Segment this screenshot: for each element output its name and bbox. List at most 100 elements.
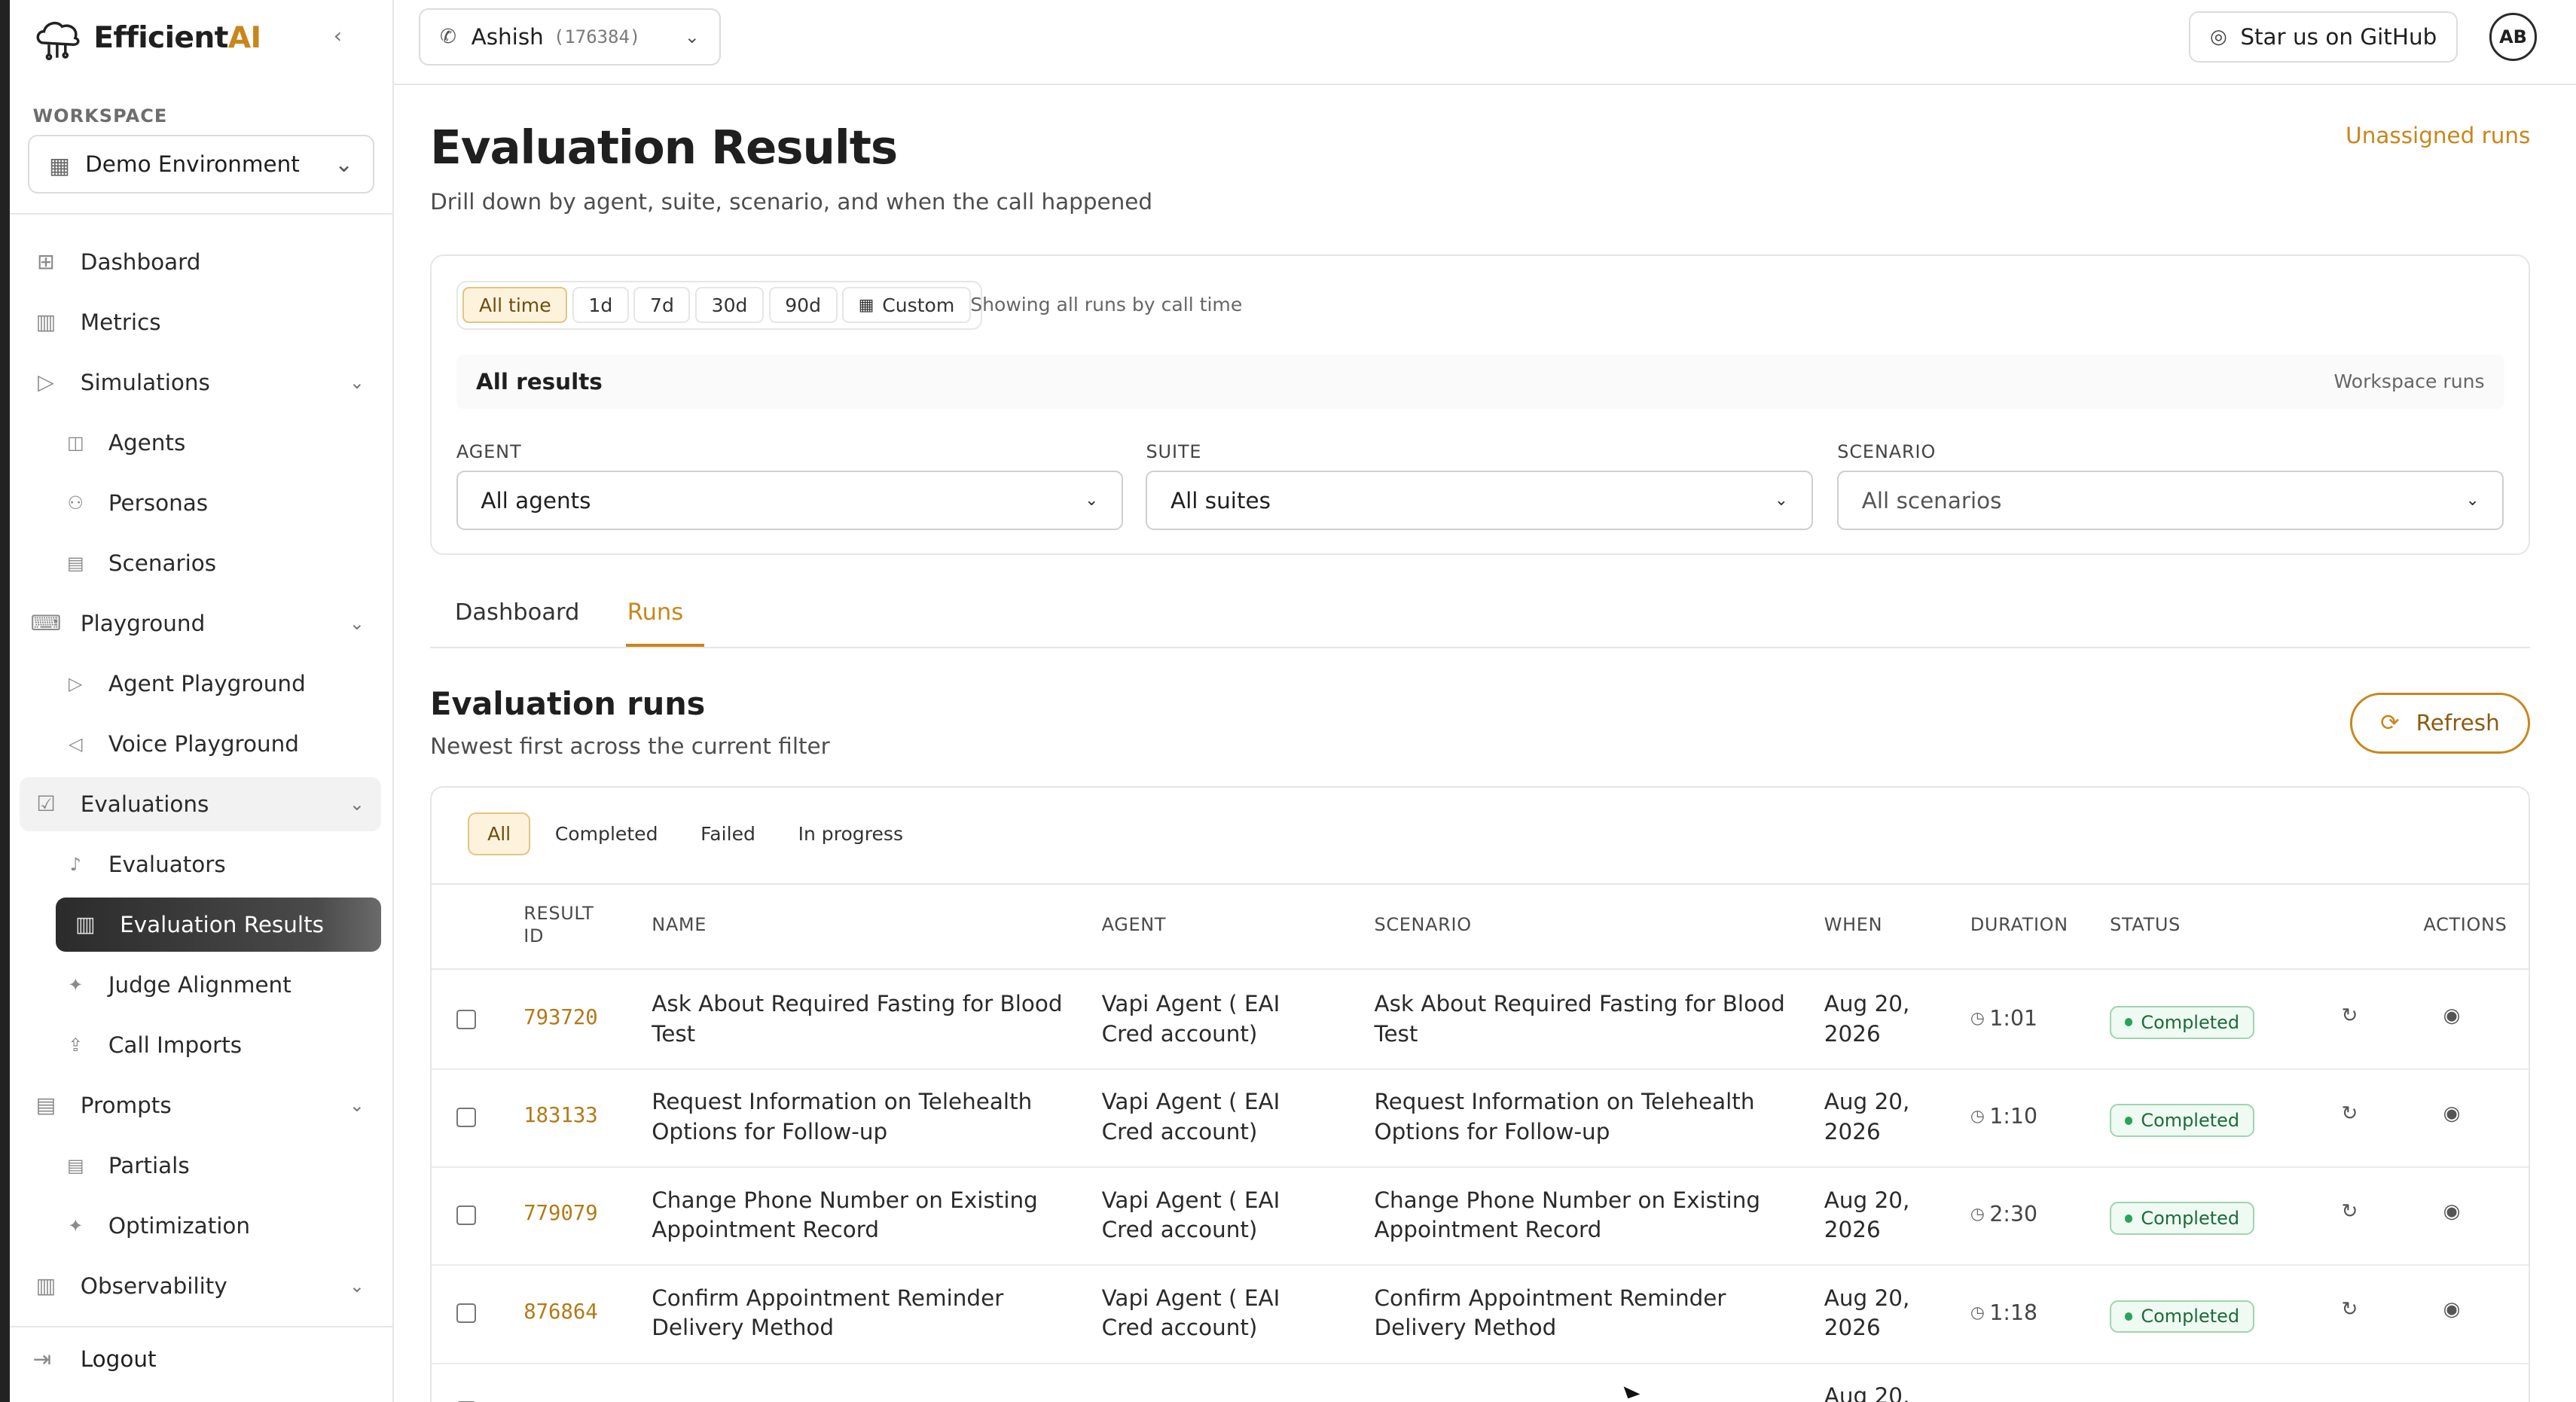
table-row[interactable]: 183133 Request Information on Telehealth O…	[432, 1070, 2529, 1169]
unassigned-runs-link[interactable]: Unassigned runs	[2346, 123, 2530, 148]
sidebar-item-call-imports[interactable]: ⇪ Call Imports	[20, 1018, 381, 1072]
tab-dashboard[interactable]: Dashboard	[455, 599, 580, 626]
range-all-time[interactable]: All time	[462, 287, 568, 324]
table-row[interactable]: Aug 20,	[432, 1364, 2529, 1402]
col-actions: ACTIONS	[2423, 913, 2507, 935]
logout-button[interactable]: ⇥ Logout	[33, 1346, 157, 1372]
run-when: Aug 20, 2026	[1824, 1285, 1910, 1341]
sidebar-item-personas[interactable]: ⚇ Personas	[20, 476, 381, 530]
status-badge: Completed	[2110, 1006, 2254, 1039]
phone-id: (176384)	[553, 26, 641, 48]
document-icon: ▤	[35, 1093, 56, 1118]
clock-icon: ◷	[1970, 1303, 1985, 1322]
result-id-link[interactable]: 876864	[523, 1300, 597, 1324]
range-custom[interactable]: ▦ Custom	[842, 287, 971, 324]
sidebar-item-evaluators[interactable]: ♪ Evaluators	[20, 837, 381, 891]
range-1d[interactable]: 1d	[572, 287, 629, 324]
run-scenario: Request Information on Telehealth Options…	[1374, 1089, 1755, 1144]
status-badge: Completed	[2110, 1300, 2254, 1333]
sidebar-item-playground[interactable]: ⌨ Playground ⌄	[20, 596, 381, 651]
status-tab-all[interactable]: All	[468, 812, 531, 855]
phone-number-select[interactable]: ✆ Ashish (176384) ⌄	[418, 8, 721, 66]
run-name: Request Information on Telehealth Options…	[652, 1089, 1033, 1144]
sidebar-item-voice-playground[interactable]: ◁ Voice Playground	[20, 717, 381, 771]
rerun-icon[interactable]: ↻	[2341, 1200, 2358, 1223]
sidebar-item-judge-alignment[interactable]: ✦ Judge Alignment	[20, 958, 381, 1012]
workspace-label: WORKSPACE	[32, 105, 168, 126]
sidebar-item-dashboard[interactable]: ⊞ Dashboard	[20, 235, 381, 289]
run-duration: ◷ 1:10	[1970, 1104, 2037, 1129]
status-tab-completed[interactable]: Completed	[537, 812, 676, 855]
run-name: Confirm Appointment Reminder Delivery Met…	[652, 1285, 1004, 1341]
table-row[interactable]: 876864 Confirm Appointment Reminder Delive…	[432, 1266, 2529, 1364]
result-id-link[interactable]: 779079	[523, 1202, 597, 1225]
col-scenario: SCENARIO	[1374, 913, 1472, 935]
results-bar: All results Workspace runs	[456, 354, 2504, 409]
github-star-button[interactable]: ◎ Star us on GitHub	[2188, 11, 2458, 62]
chevron-down-icon: ⌄	[1774, 491, 1789, 511]
play-icon: ▷	[38, 370, 54, 395]
result-id-link[interactable]: 793720	[523, 1006, 597, 1029]
run-name: Change Phone Number on Existing Appointme…	[652, 1187, 1038, 1242]
runs-title: Evaluation runs	[430, 686, 706, 723]
file-icon: ▤	[66, 552, 84, 574]
sidebar-item-optimization[interactable]: ✦ Optimization	[20, 1199, 381, 1253]
run-scenario: Ask About Required Fasting for Blood Test	[1374, 991, 1785, 1047]
sidebar-item-agent-playground[interactable]: ▷ Agent Playground	[20, 657, 381, 711]
rerun-icon[interactable]: ↻	[2341, 1004, 2358, 1027]
table-row[interactable]: 779079 Change Phone Number on Existing App…	[432, 1168, 2529, 1266]
mic-icon: ♪	[69, 853, 81, 875]
row-checkbox[interactable]	[456, 1205, 476, 1225]
view-eye-icon[interactable]: ◉	[2443, 1200, 2461, 1223]
view-eye-icon[interactable]: ◉	[2443, 1102, 2461, 1125]
collapse-sidebar-icon[interactable]: ‹	[334, 23, 360, 50]
workspace-select[interactable]: ▦ Demo Environment ⌄	[28, 134, 375, 194]
tab-runs[interactable]: Runs	[627, 599, 683, 626]
range-90d[interactable]: 90d	[768, 287, 838, 324]
agent-filter-select[interactable]: All agents ⌄	[456, 471, 1123, 530]
run-duration: ◷ 1:18	[1970, 1300, 2037, 1325]
range-7d[interactable]: 7d	[633, 287, 691, 324]
sidebar-item-evaluation-results[interactable]: ▥ Evaluation Results	[56, 897, 381, 952]
row-checkbox[interactable]	[456, 1009, 476, 1029]
speaker-icon: ◁	[69, 733, 83, 754]
chevron-down-icon: ⌄	[349, 1094, 365, 1116]
view-eye-icon[interactable]: ◉	[2443, 1004, 2461, 1027]
status-dot	[2124, 1214, 2133, 1223]
run-scenario: Change Phone Number on Existing Appointme…	[1374, 1187, 1761, 1242]
clock-icon: ◷	[1970, 1107, 1985, 1126]
view-eye-icon[interactable]: ◉	[2443, 1298, 2461, 1321]
row-checkbox[interactable]	[456, 1303, 476, 1324]
sidebar-item-evaluations[interactable]: ☑ Evaluations ⌄	[20, 776, 381, 831]
sidebar-item-metrics[interactable]: ▥ Metrics	[20, 295, 381, 349]
status-tab-failed[interactable]: Failed	[682, 812, 774, 855]
sidebar-item-observability[interactable]: ▥ Observability ⌄	[20, 1259, 381, 1313]
results-scope: Workspace runs	[2333, 370, 2485, 393]
range-30d[interactable]: 30d	[695, 287, 765, 324]
filter-card: All time 1d 7d 30d 90d ▦ Custom Showing a…	[430, 254, 2531, 555]
table-row[interactable]: 793720 Ask About Required Fasting for Blo…	[432, 971, 2529, 1071]
rerun-icon[interactable]: ↻	[2341, 1298, 2358, 1321]
status-tab-in-progress[interactable]: In progress	[780, 812, 921, 855]
suite-filter-select[interactable]: All suites ⌄	[1146, 471, 1813, 530]
sidebar-item-prompts[interactable]: ▤ Prompts ⌄	[20, 1078, 381, 1132]
agent-filter-label: AGENT	[456, 441, 522, 463]
run-duration: ◷ 2:30	[1970, 1202, 2037, 1227]
status-filter-tabs: All Completed Failed In progress	[468, 812, 928, 855]
run-agent: Vapi Agent ( EAI Cred account)	[1101, 991, 1280, 1047]
github-icon: ◎	[2210, 26, 2227, 49]
sidebar-item-scenarios[interactable]: ▤ Scenarios	[20, 536, 381, 590]
sidebar-item-agents[interactable]: ◫ Agents	[20, 416, 381, 470]
avatar[interactable]: AB	[2489, 13, 2538, 61]
row-checkbox[interactable]	[456, 1107, 476, 1127]
refresh-button[interactable]: ⟳ Refresh	[2349, 692, 2531, 754]
active-tab-indicator	[625, 643, 705, 647]
workspace-value: Demo Environment	[85, 151, 300, 177]
sidebar-item-simulations[interactable]: ▷ Simulations ⌄	[20, 355, 381, 410]
status-badge: Completed	[2110, 1202, 2254, 1236]
result-id-link[interactable]: 183133	[523, 1104, 597, 1127]
rerun-icon[interactable]: ↻	[2341, 1102, 2358, 1125]
sidebar-item-partials[interactable]: ▤ Partials	[20, 1138, 381, 1193]
run-name: Ask About Required Fasting for Blood Test	[652, 991, 1063, 1047]
scenario-filter-select[interactable]: All scenarios ⌄	[1837, 471, 2504, 530]
